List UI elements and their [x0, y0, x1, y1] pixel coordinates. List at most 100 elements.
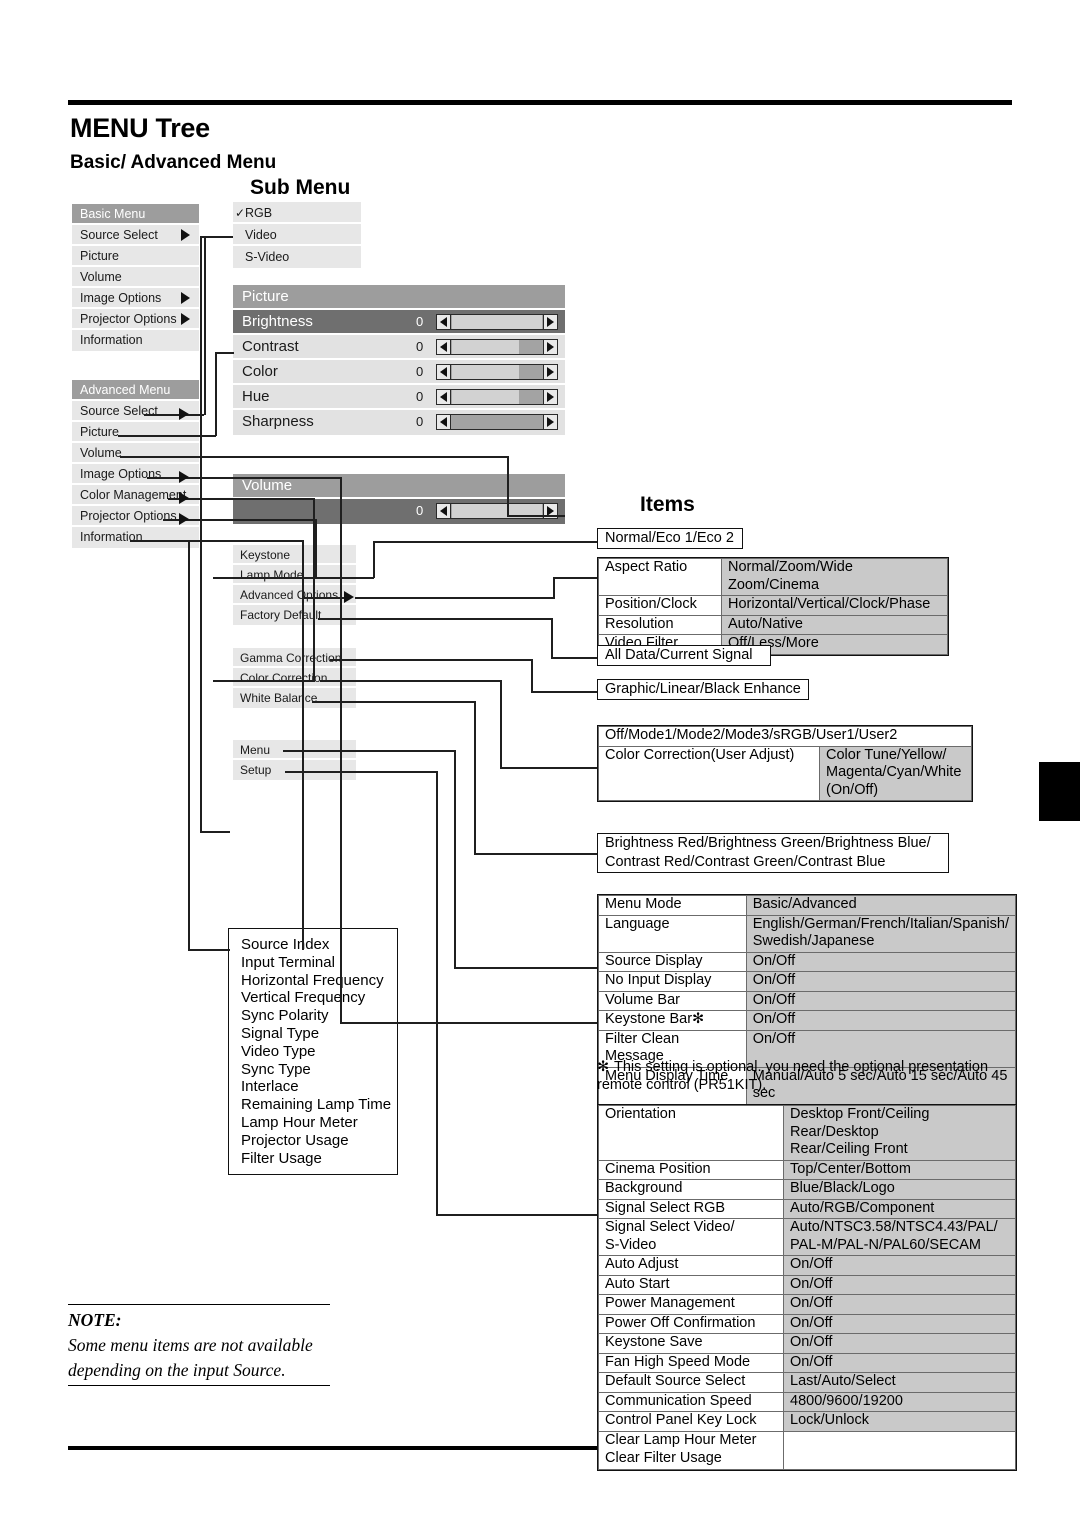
submenu-item-s-video[interactable]: S-Video [233, 246, 361, 268]
item-label: Projector Options [80, 312, 177, 326]
connector [188, 540, 190, 950]
row-key: Cinema Position [597, 1159, 785, 1180]
table-row: Fan High Speed Mode On/Off [597, 1352, 1016, 1373]
row-value: Blue/Black/Logo [783, 1179, 1016, 1200]
submenu-item-color-correction[interactable]: Color Correction [233, 668, 356, 688]
row-label: Contrast [242, 338, 299, 355]
advanced-options-submenu: Menu Setup [233, 740, 356, 780]
note-block: NOTE: Some menu items are not available … [68, 1304, 330, 1386]
chevron-right-icon [181, 312, 190, 325]
left-arrow-icon [440, 392, 447, 402]
left-arrow-icon [440, 342, 447, 352]
connector [200, 236, 202, 832]
arrow-icon [179, 492, 189, 504]
contrast-slider[interactable] [436, 339, 558, 355]
connector [190, 519, 316, 521]
brightness-slider[interactable] [436, 314, 558, 330]
table-row: Communication Speed 4800/9600/19200 [597, 1391, 1016, 1412]
row-key: Default Source Select [597, 1372, 785, 1393]
hue-slider[interactable] [436, 389, 558, 405]
submenu-item-white-balance[interactable]: White Balance [233, 688, 356, 708]
advanced-menu-item-picture[interactable]: Picture [72, 422, 199, 443]
row-key: Clear Lamp Hour Meter [597, 1430, 785, 1450]
basic-menu-item-volume[interactable]: Volume [72, 267, 199, 288]
row-value: 0 [416, 339, 424, 354]
connector [188, 949, 230, 951]
item-label: Setup [240, 763, 272, 777]
row-value: 0 [416, 314, 424, 329]
menu-tree-page: MENU Tree Basic/ Advanced Menu Sub Menu … [0, 0, 1080, 1526]
color-slider[interactable] [436, 364, 558, 380]
note-line-2: depending on the input Source. [68, 1360, 286, 1380]
connector [303, 597, 349, 599]
submenu-item-advanced-options[interactable]: Advanced Options [233, 585, 356, 605]
basic-menu-item-projector-options[interactable]: Projector Options [72, 309, 199, 330]
picture-row-sharpness[interactable]: Sharpness 0 [233, 410, 565, 435]
item-label: Menu [240, 743, 271, 757]
item-label: Volume [80, 270, 122, 284]
row-value: On/Off [783, 1352, 1016, 1373]
row-value [783, 1430, 1016, 1450]
connector [454, 750, 456, 968]
table-row: Cinema Position Top/Center/Bottom [597, 1159, 1016, 1180]
row-key: Keystone Save [597, 1333, 785, 1354]
row-value: Auto/NTSC3.58/NTSC4.43/PAL/ PAL-M/PAL-N/… [783, 1218, 1016, 1256]
item-values: Normal/Eco 1/Eco 2 [605, 530, 734, 546]
row-value: Top/Center/Bottom [783, 1159, 1016, 1180]
submenu-item-setup[interactable]: Setup [233, 760, 356, 780]
picture-row-brightness[interactable]: Brightness 0 [233, 310, 565, 335]
row-value: On/Off [745, 951, 1017, 972]
source-select-submenu: ✓ RGB Video S-Video [233, 202, 361, 268]
connector [553, 577, 555, 598]
picture-row-contrast[interactable]: Contrast 0 [233, 335, 565, 360]
items-lamp-mode-box: Normal/Eco 1/Eco 2 [597, 528, 743, 549]
submenu-item-keystone[interactable]: Keystone [233, 545, 356, 565]
row-key: Fan High Speed Mode [597, 1352, 785, 1373]
arrow-icon [179, 471, 189, 483]
submenu-item-factory-default[interactable]: Factory Default [233, 605, 356, 625]
advanced-menu-item-information[interactable]: Information [72, 527, 199, 548]
item-label: Projector Options [80, 509, 177, 523]
submenu-item-video[interactable]: Video [233, 224, 361, 246]
row-key: Aspect Ratio [598, 558, 722, 596]
volume-slider[interactable] [436, 503, 558, 519]
sharpness-slider[interactable] [436, 414, 558, 430]
basic-menu-item-source-select[interactable]: Source Select [72, 225, 199, 246]
connector [436, 771, 438, 1215]
submenu-item-lamp-mode[interactable]: Lamp Mode [233, 565, 356, 585]
page-title: MENU Tree [70, 113, 210, 143]
picture-panel-title: Picture [233, 285, 565, 310]
item-label: Video [245, 228, 277, 242]
header-rule [68, 100, 1012, 105]
item-label: Advanced Options [240, 588, 339, 602]
asterisk-marker: ✻ [597, 1059, 610, 1075]
info-item: Signal Type [241, 1024, 320, 1042]
advanced-menu-item-volume[interactable]: Volume [72, 443, 199, 464]
basic-menu-item-image-options[interactable]: Image Options [72, 288, 199, 309]
table-row: Power Management On/Off [597, 1294, 1016, 1315]
items-image-options-table: Aspect Ratio Normal/Zoom/Wide Zoom/Cinem… [597, 557, 949, 656]
connector [500, 767, 597, 769]
item-label: S-Video [245, 250, 290, 264]
info-item: Vertical Frequency [241, 989, 366, 1007]
basic-menu-item-picture[interactable]: Picture [72, 246, 199, 267]
picture-row-color[interactable]: Color 0 [233, 360, 565, 385]
submenu-item-rgb[interactable]: ✓ RGB [233, 202, 361, 224]
row-value: 0 [416, 364, 424, 379]
right-arrow-icon [547, 392, 554, 402]
row-value: On/Off [783, 1313, 1016, 1334]
info-item: Filter Usage [241, 1149, 322, 1167]
row-key: Volume Bar [598, 990, 747, 1011]
connector [474, 853, 597, 855]
row-key: Color Correction(User Adjust) [598, 745, 820, 801]
arrow-icon [179, 408, 189, 420]
table-row: Volume Bar On/Off [598, 990, 1017, 1011]
submenu-item-gamma-correction[interactable]: Gamma Correction [233, 648, 356, 668]
connector [454, 967, 597, 969]
info-item: Lamp Hour Meter [241, 1113, 358, 1131]
row-key: Signal Select Video/ S-Video [597, 1218, 785, 1256]
table-row: Power Off Confirmation On/Off [597, 1313, 1016, 1334]
basic-menu-item-information[interactable]: Information [72, 330, 199, 351]
row-key: Control Panel Key Lock [597, 1411, 785, 1432]
picture-row-hue[interactable]: Hue 0 [233, 385, 565, 410]
